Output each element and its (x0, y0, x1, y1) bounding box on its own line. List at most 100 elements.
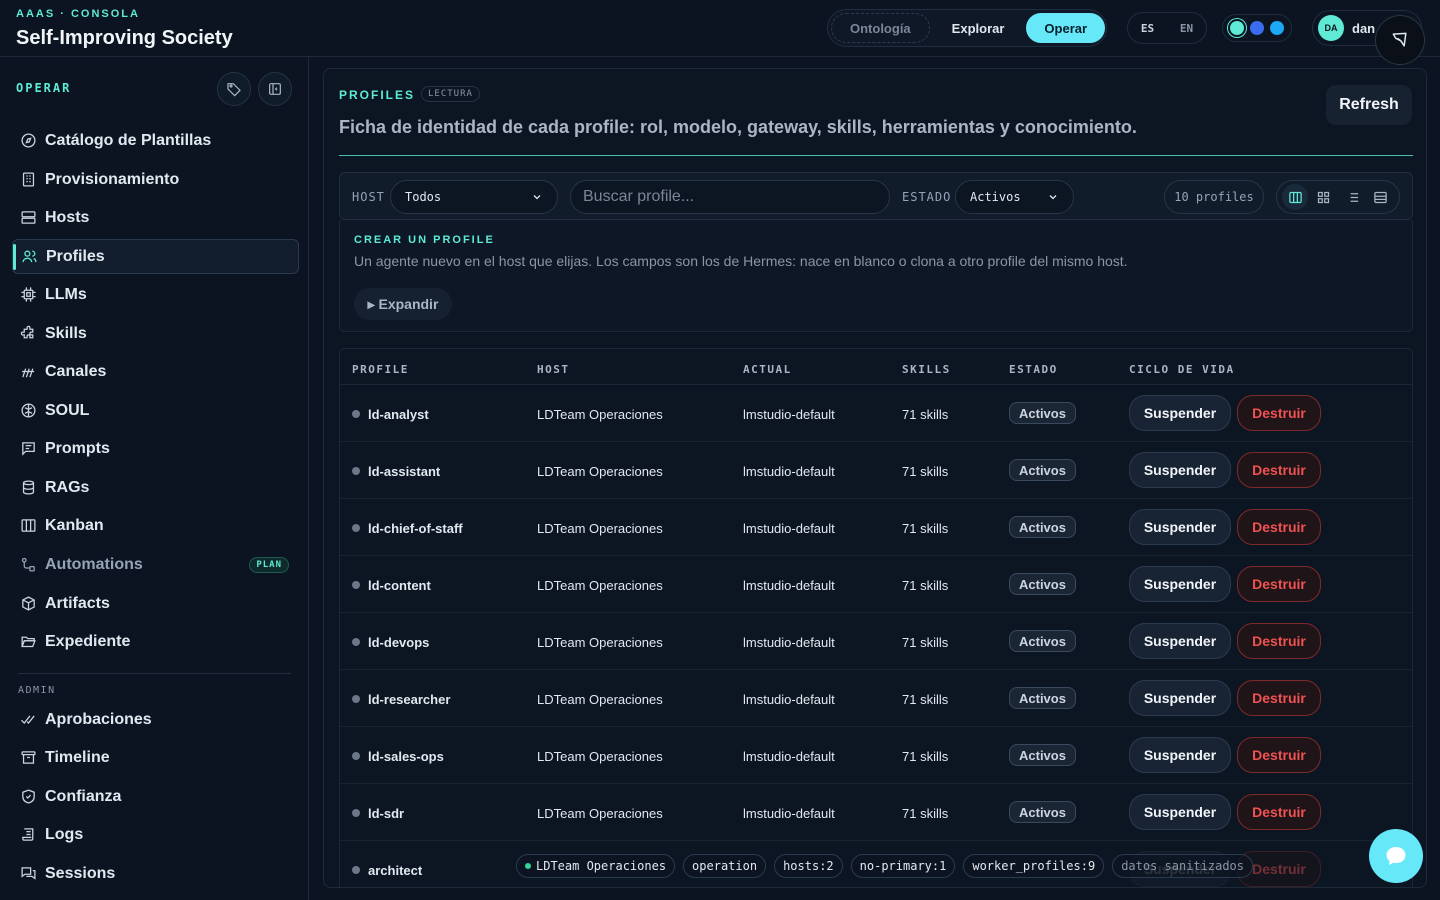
status-chip-worker-profiles: worker_profiles:9 (963, 854, 1105, 878)
mode-ontologia[interactable]: Ontología (831, 13, 930, 43)
sidebar-item-rags[interactable]: RAGs (12, 470, 299, 505)
suspend-button[interactable]: Suspender (1129, 509, 1231, 545)
messages-icon (21, 867, 36, 880)
table-row[interactable]: ld-content LDTeam Operaciones lmstudio-d… (340, 556, 1412, 613)
profile-name[interactable]: ld-analyst (368, 407, 429, 422)
column-header-estado[interactable]: ESTADO (1009, 363, 1058, 376)
profile-actual: lmstudio-default (743, 407, 835, 422)
view-columns-button[interactable] (1282, 184, 1309, 210)
destroy-button[interactable]: Destruir (1237, 509, 1321, 545)
sidebar-item-artifacts[interactable]: Artifacts (12, 586, 299, 621)
table-row[interactable]: ld-analyst LDTeam Operaciones lmstudio-d… (340, 385, 1412, 442)
theme-dot-sky[interactable] (1270, 21, 1284, 35)
column-header-actual[interactable]: ACTUAL (743, 363, 792, 376)
sidebar-item-prompts[interactable]: Prompts (12, 431, 299, 466)
suspend-button[interactable]: Suspender (1129, 794, 1231, 830)
estado-select-value: Activos (970, 190, 1021, 204)
kanban-icon (21, 519, 36, 532)
destroy-button[interactable]: Destruir (1237, 794, 1321, 830)
profile-name[interactable]: ld-devops (368, 635, 429, 650)
sidebar-item-catalogo[interactable]: Catálogo de Plantillas (12, 123, 299, 158)
profile-skills: 71 skills (902, 521, 949, 536)
lang-en[interactable]: EN (1180, 22, 1193, 35)
status-badge: Activos (1009, 516, 1076, 538)
mode-explorar[interactable]: Explorar (934, 13, 1023, 43)
column-header-ciclo[interactable]: CICLO DE VIDA (1129, 363, 1235, 376)
status-dot (352, 410, 360, 418)
sidebar-item-canales[interactable]: Canales (12, 354, 299, 389)
sidebar-item-expediente[interactable]: Expediente (12, 624, 299, 659)
destroy-button[interactable]: Destruir (1237, 566, 1321, 602)
host-select-value: Todos (405, 190, 442, 204)
sidebar-item-aprobaciones[interactable]: Aprobaciones (12, 702, 299, 737)
sidebar-item-confianza[interactable]: Confianza (12, 779, 299, 814)
suspend-button[interactable]: Suspender (1129, 566, 1231, 602)
column-header-host[interactable]: HOST (537, 363, 570, 376)
sidebar-item-label: Profiles (46, 247, 105, 265)
sidebar-item-llms[interactable]: LLMs (12, 277, 299, 312)
profile-skills: 71 skills (902, 806, 949, 821)
table-row[interactable]: ld-sdr LDTeam Operaciones lmstudio-defau… (340, 784, 1412, 841)
profile-name[interactable]: ld-sales-ops (368, 749, 444, 764)
table-row[interactable]: ld-devops LDTeam Operaciones lmstudio-de… (340, 613, 1412, 670)
status-badge: Activos (1009, 402, 1076, 424)
tag-button[interactable] (217, 72, 251, 106)
sidebar-item-label: Confianza (45, 787, 122, 805)
suspend-button[interactable]: Suspender (1129, 737, 1231, 773)
profile-name[interactable]: ld-sdr (368, 806, 404, 821)
host-filter-label: HOST (352, 190, 385, 204)
view-table-button[interactable] (1368, 184, 1394, 210)
pin-button[interactable] (1375, 15, 1425, 65)
refresh-button[interactable]: Refresh (1326, 85, 1412, 125)
sidebar-item-provisionamiento[interactable]: Provisionamiento (12, 162, 299, 197)
suspend-button[interactable]: Suspender (1129, 680, 1231, 716)
sidebar-item-automations[interactable]: Automations PLAN (12, 547, 299, 582)
destroy-button[interactable]: Destruir (1237, 395, 1321, 431)
view-grid-button[interactable] (1311, 184, 1337, 210)
theme-dot-teal[interactable] (1230, 21, 1244, 35)
host-select[interactable]: Todos (390, 180, 558, 214)
sidebar-item-soul[interactable]: SOUL (12, 393, 299, 428)
search-input[interactable] (570, 180, 890, 214)
collapse-sidebar-button[interactable] (258, 72, 292, 106)
sidebar-item-hosts[interactable]: Hosts (12, 200, 299, 235)
create-profile-title: CREAR UN PROFILE (354, 234, 495, 246)
table-row[interactable]: ld-chief-of-staff LDTeam Operaciones lms… (340, 499, 1412, 556)
lang-es[interactable]: ES (1141, 22, 1154, 35)
destroy-button[interactable]: Destruir (1237, 680, 1321, 716)
estado-select[interactable]: Activos (955, 180, 1074, 214)
profile-name[interactable]: ld-assistant (368, 464, 440, 479)
profile-name[interactable]: ld-researcher (368, 692, 450, 707)
column-header-profile[interactable]: PROFILE (352, 363, 409, 376)
columns-icon (1289, 191, 1302, 203)
sidebar-item-logs[interactable]: Logs (12, 817, 299, 852)
suspend-button[interactable]: Suspender (1129, 623, 1231, 659)
create-profile-description: Un agente nuevo en el host que elijas. L… (354, 253, 1128, 269)
suspend-button[interactable]: Suspender (1129, 452, 1231, 488)
server-icon (21, 211, 36, 224)
table-row[interactable]: ld-assistant LDTeam Operaciones lmstudio… (340, 442, 1412, 499)
column-header-skills[interactable]: SKILLS (902, 363, 951, 376)
brand-title[interactable]: Self-Improving Society (16, 27, 233, 50)
status-badge: Activos (1009, 459, 1076, 481)
destroy-button[interactable]: Destruir (1237, 737, 1321, 773)
profile-name[interactable]: ld-chief-of-staff (368, 521, 463, 536)
destroy-button[interactable]: Destruir (1237, 623, 1321, 659)
sidebar-item-skills[interactable]: Skills (12, 316, 299, 351)
theme-dot-blue[interactable] (1250, 21, 1264, 35)
view-list-button[interactable] (1339, 184, 1365, 210)
chat-button[interactable] (1369, 829, 1423, 883)
profile-skills: 71 skills (902, 749, 949, 764)
table-row[interactable]: ld-researcher LDTeam Operaciones lmstudi… (340, 670, 1412, 727)
destroy-button[interactable]: Destruir (1237, 452, 1321, 488)
table-row[interactable]: ld-sales-ops LDTeam Operaciones lmstudio… (340, 727, 1412, 784)
mode-operar[interactable]: Operar (1026, 13, 1106, 43)
sidebar-item-sessions[interactable]: Sessions (12, 856, 299, 891)
profile-name[interactable]: ld-content (368, 578, 431, 593)
expand-button[interactable]: ▸ Expandir (354, 288, 452, 320)
sidebar-item-kanban[interactable]: Kanban (12, 508, 299, 543)
profile-name[interactable]: architect (368, 863, 422, 878)
suspend-button[interactable]: Suspender (1129, 395, 1231, 431)
sidebar-item-timeline[interactable]: Timeline (12, 740, 299, 775)
sidebar-item-profiles[interactable]: Profiles (12, 239, 299, 274)
